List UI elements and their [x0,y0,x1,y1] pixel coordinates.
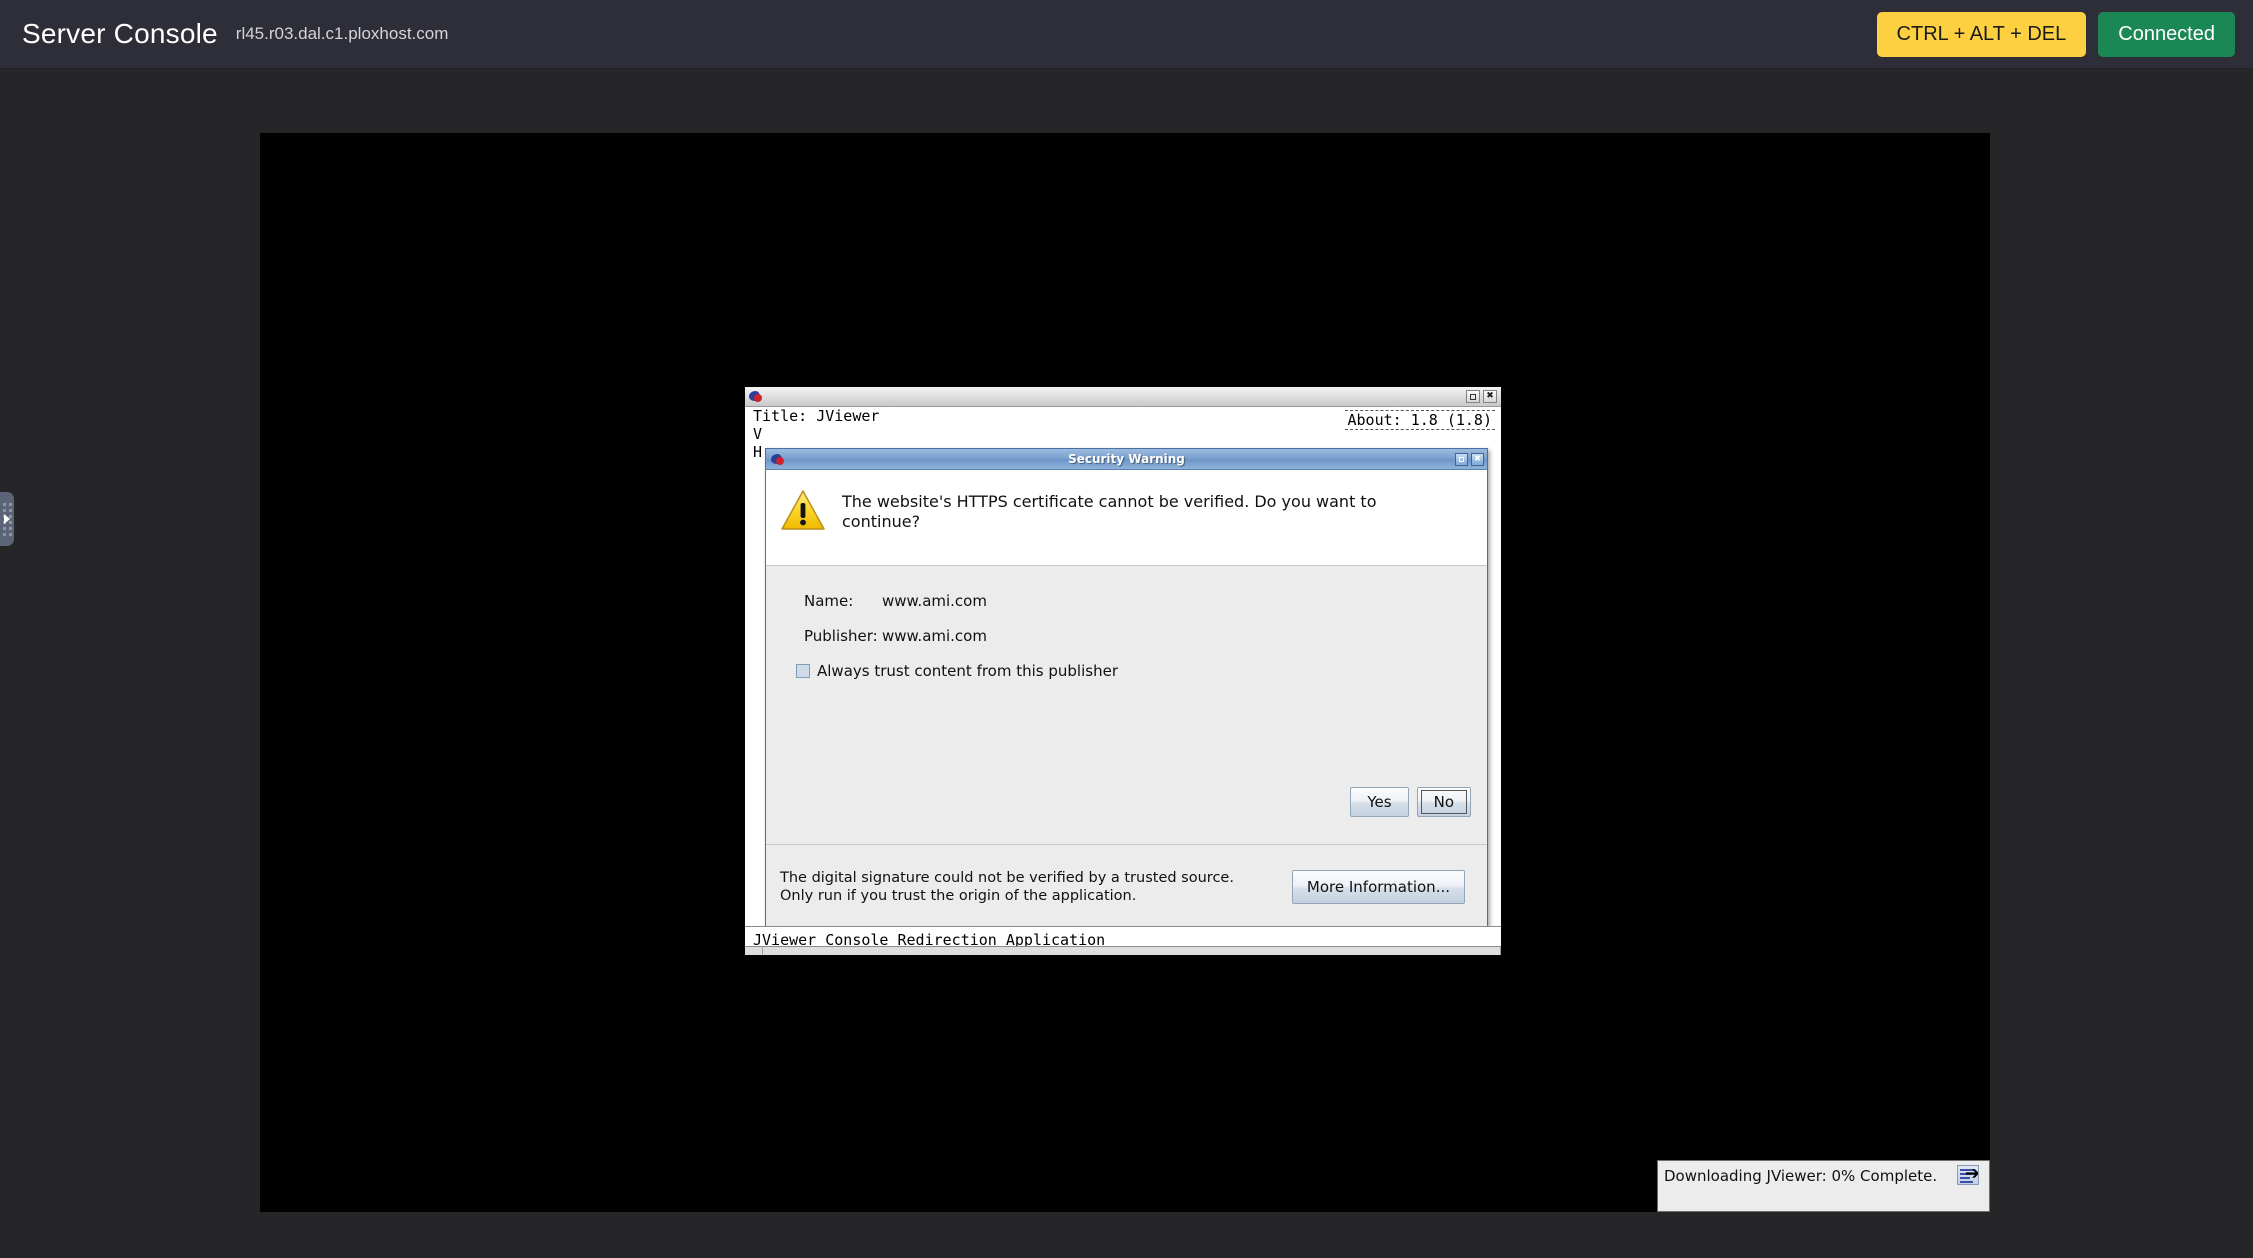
detail-row-publisher: Publisher: www.ami.com [804,627,1487,645]
trust-publisher-row[interactable]: Always trust content from this publisher [796,662,1487,680]
security-dialog-details: Name: www.ami.com Publisher: www.ami.com… [766,566,1487,680]
download-document-icon: ➔ [1957,1165,1979,1185]
no-button[interactable]: No [1416,787,1471,817]
security-warning-dialog[interactable]: Security Warning ✖ The website's HTTPS c… [765,448,1488,929]
connection-status-badge[interactable]: Connected [2098,11,2235,57]
java-cup-icon [771,453,786,466]
hostname-label: rl45.r03.dal.c1.ploxhost.com [235,24,449,43]
security-dialog-message-area: The website's HTTPS certificate cannot b… [766,470,1487,566]
statusbar-cell [745,947,763,955]
jviewer-maximize-button[interactable] [1466,390,1480,403]
security-dialog-actions: Yes No [1350,787,1471,817]
no-button-label: No [1433,793,1454,811]
more-information-button[interactable]: More Information... [1291,869,1465,904]
jviewer-statusbar-strip [745,946,1501,955]
remote-console-canvas[interactable]: ✖ Title: JViewer V H About: 1.8 (1.8) Se… [260,133,1990,1212]
java-cup-icon [749,390,764,403]
jviewer-window[interactable]: ✖ Title: JViewer V H About: 1.8 (1.8) Se… [743,385,1503,957]
sidebar-drawer-handle[interactable] [0,492,14,546]
trust-publisher-checkbox[interactable] [796,664,810,678]
download-progress-text: Downloading JViewer: 0% Complete. [1664,1167,1938,1185]
jviewer-close-button[interactable]: ✖ [1483,390,1497,403]
detail-value-name: www.ami.com [882,592,987,610]
trust-publisher-label: Always trust content from this publisher [817,662,1118,680]
header-actions: CTRL + ALT + DEL Connected [1876,11,2235,57]
security-dialog-title: Security Warning [1068,452,1185,466]
security-dialog-footer: The digital signature could not be verif… [766,844,1487,928]
security-dialog-close-button[interactable]: ✖ [1471,452,1484,466]
jviewer-about-label: About: 1.8 (1.8) [1344,410,1495,430]
detail-row-name: Name: www.ami.com [804,592,1487,610]
digital-signature-note: The digital signature could not be verif… [780,869,1234,904]
jviewer-body: Title: JViewer V H About: 1.8 (1.8) Secu… [745,407,1501,955]
page-title: Server Console [22,18,218,49]
warning-triangle-icon [780,489,826,531]
statusbar-cell [763,947,1501,955]
jviewer-statusbar: JViewer Console Redirection Application [745,926,1501,955]
detail-label-name: Name: [804,592,854,610]
chevron-right-icon [4,514,10,524]
cursor-arrow-icon: ➔ [1964,1165,1979,1184]
security-dialog-message: The website's HTTPS certificate cannot b… [842,492,1377,531]
security-dialog-titlebar[interactable]: Security Warning ✖ [766,449,1487,470]
ctrl-alt-del-button[interactable]: CTRL + ALT + DEL [1876,11,2087,57]
detail-value-publisher: www.ami.com [882,627,987,645]
jviewer-window-controls: ✖ [1466,390,1499,403]
jviewer-titlebar[interactable]: ✖ [745,387,1501,407]
detail-label-publisher: Publisher: [804,627,878,645]
app-header: Server Console rl45.r03.dal.c1.ploxhost.… [0,0,2253,69]
security-dialog-window-controls: ✖ [1455,452,1484,466]
security-dialog-maximize-button[interactable] [1455,452,1468,466]
download-progress-toast[interactable]: Downloading JViewer: 0% Complete. ➔ [1657,1160,1990,1212]
yes-button[interactable]: Yes [1350,787,1409,817]
